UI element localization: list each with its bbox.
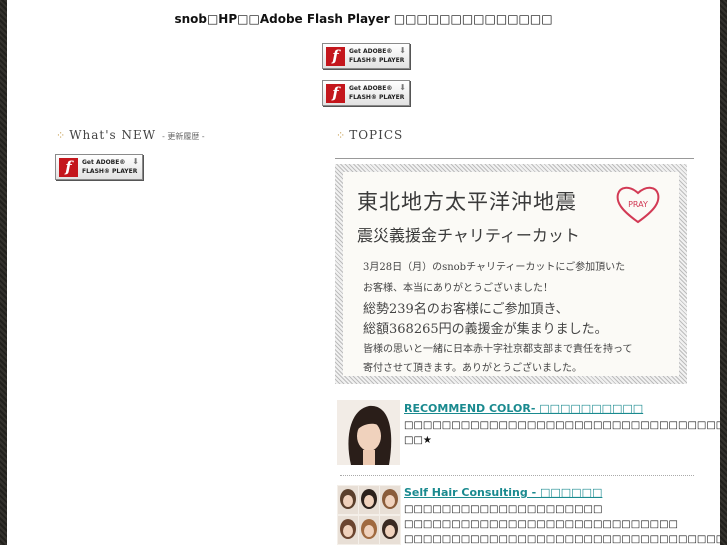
whats-new-subtitle: - 更新履歴 - bbox=[162, 132, 205, 141]
download-arrow-icon: ⬇ bbox=[399, 46, 406, 55]
whats-new-heading: ⁘ What's NEW - 更新履歴 - bbox=[56, 128, 205, 142]
pray-label: PRAY bbox=[628, 200, 648, 209]
recommend-color-link[interactable]: RECOMMEND COLOR- □□□□□□□□□□ bbox=[404, 402, 643, 415]
flash-notice: snob□HP□□Adobe Flash Player □□□□□□□□□□□□… bbox=[174, 12, 553, 26]
banner-line-3: 総勢239名のお客様にご参加頂き、 bbox=[363, 302, 569, 317]
download-arrow-icon: ⬇ bbox=[399, 83, 406, 92]
recommend-color-text: □□□□□□□□□□□□□□□□□□□□□□□□□□□□□□□□□□□□□□□□… bbox=[404, 418, 720, 448]
flash-badge-line1: Get ADOBE® bbox=[82, 159, 126, 166]
recommend-color-text-line1: □□□□□□□□□□□□□□□□□□□□□□□□□□□□□□□□□□□□□□□□… bbox=[404, 420, 720, 431]
banner-subtitle: 震災義援金チャリティーカット bbox=[357, 226, 580, 245]
self-hair-consulting-text-line2: □□□□□□□□□□□□□□□□□□□□□□□□□□□□□ bbox=[404, 519, 678, 530]
download-arrow-icon: ⬇ bbox=[132, 157, 139, 166]
self-hair-consulting-link[interactable]: Self Hair Consulting - □□□□□□ bbox=[404, 486, 602, 499]
charity-banner-inner: 東北地方太平洋沖地震 震災義援金チャリティーカット PRAY 3月28日（月）の… bbox=[343, 172, 679, 376]
banner-title: 東北地方太平洋沖地震 bbox=[357, 190, 577, 214]
self-hair-consulting-text-line1: □□□□□□□□□□□□□□□□□□□□□ bbox=[404, 504, 603, 515]
flash-logo-icon: f bbox=[326, 84, 345, 103]
topics-title: TOPICS bbox=[349, 128, 404, 142]
flash-badge-line1: Get ADOBE® bbox=[349, 85, 393, 92]
banner-line-2: お客様、本当にありがとうございました！ bbox=[363, 283, 553, 294]
page-container: snob□HP□□Adobe Flash Player □□□□□□□□□□□□… bbox=[7, 0, 720, 545]
dots-ornament-icon: ⁘ bbox=[56, 129, 66, 142]
banner-line-4: 総額368265円の義援金が集まりました。 bbox=[363, 322, 608, 337]
get-flash-player-button[interactable]: f Get ADOBE® FLASH® PLAYER ⬇ bbox=[322, 80, 410, 106]
pray-heart-icon: PRAY bbox=[616, 186, 660, 224]
whats-new-title: What's NEW bbox=[69, 128, 157, 142]
flash-badge-line2: FLASH® PLAYER bbox=[349, 94, 405, 101]
charity-banner[interactable]: 東北地方太平洋沖地震 震災義援金チャリティーカット PRAY 3月28日（月）の… bbox=[335, 164, 687, 384]
flash-badge-line2: FLASH® PLAYER bbox=[82, 168, 138, 175]
recommend-color-text-line2: □□★ bbox=[404, 435, 432, 446]
banner-line-6: 寄付させて頂きます。ありがとうございました。 bbox=[363, 363, 582, 374]
banner-line-1: 3月28日（月）のsnobチャリティーカットにご参加頂いた bbox=[363, 262, 626, 273]
flash-logo-icon: f bbox=[59, 158, 78, 177]
self-hair-consulting-thumbnail[interactable] bbox=[337, 485, 401, 545]
get-flash-player-button[interactable]: f Get ADOBE® FLASH® PLAYER ⬇ bbox=[55, 154, 143, 180]
flash-badge-line2: FLASH® PLAYER bbox=[349, 57, 405, 64]
self-hair-consulting-text: □□□□□□□□□□□□□□□□□□□□□ □□□□□□□□□□□□□□□□□□… bbox=[404, 502, 720, 545]
item-divider bbox=[340, 475, 694, 476]
recommend-color-thumbnail[interactable] bbox=[337, 400, 400, 465]
self-hair-consulting-text-line3: □□□□□□□□□□□□□□□□□□□□□□□□□□□□□□□□□□□□□□□□… bbox=[404, 534, 720, 545]
topics-divider bbox=[335, 158, 694, 159]
dots-ornament-icon: ⁘ bbox=[336, 129, 346, 142]
flash-badge-line1: Get ADOBE® bbox=[349, 48, 393, 55]
banner-line-5: 皆様の思いと一緒に日本赤十字社京都支部まで責任を持って bbox=[363, 344, 633, 355]
topics-heading: ⁘ TOPICS bbox=[336, 128, 403, 142]
flash-logo-icon: f bbox=[326, 47, 345, 66]
get-flash-player-button[interactable]: f Get ADOBE® FLASH® PLAYER ⬇ bbox=[322, 43, 410, 69]
